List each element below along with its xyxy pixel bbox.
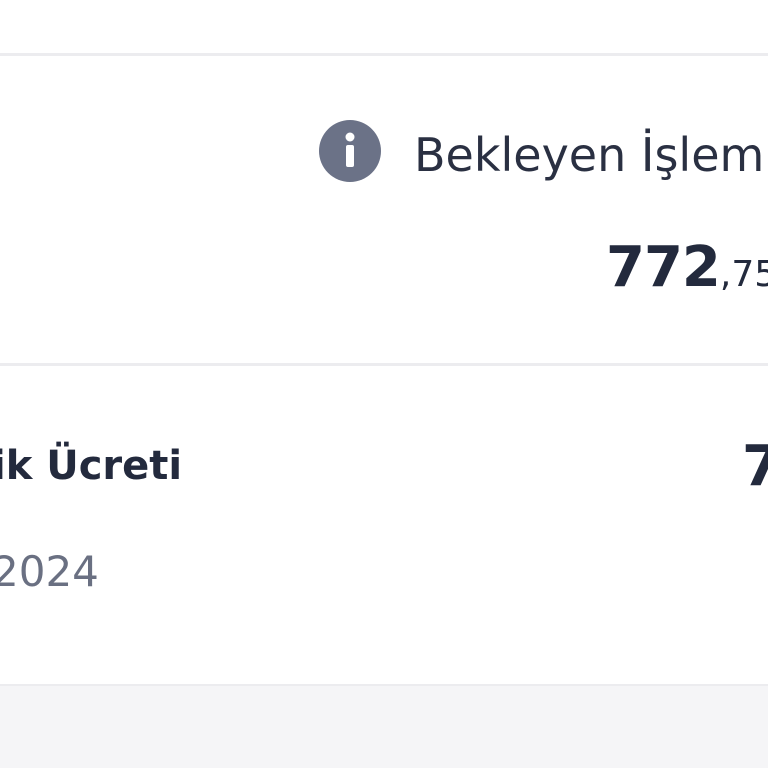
transaction-date: 2024 (0, 547, 99, 596)
bottom-area (0, 684, 768, 768)
transaction-title: ik Ücreti (0, 443, 183, 489)
divider-top (0, 53, 768, 56)
info-glyph (345, 132, 355, 167)
pending-amount-fraction: ,75 (719, 254, 768, 295)
pending-transactions-label: Bekleyen İşlem (414, 128, 765, 182)
top-strip (0, 0, 768, 54)
screen: Bekleyen İşlem 772,75 ik Ücreti 7 2024 (0, 0, 768, 768)
pending-amount: 772,75 (606, 232, 768, 317)
info-icon[interactable] (319, 120, 381, 182)
pending-amount-integer: 772 (606, 235, 721, 300)
divider-middle (0, 363, 768, 366)
transaction-amount: 7 (742, 434, 768, 499)
